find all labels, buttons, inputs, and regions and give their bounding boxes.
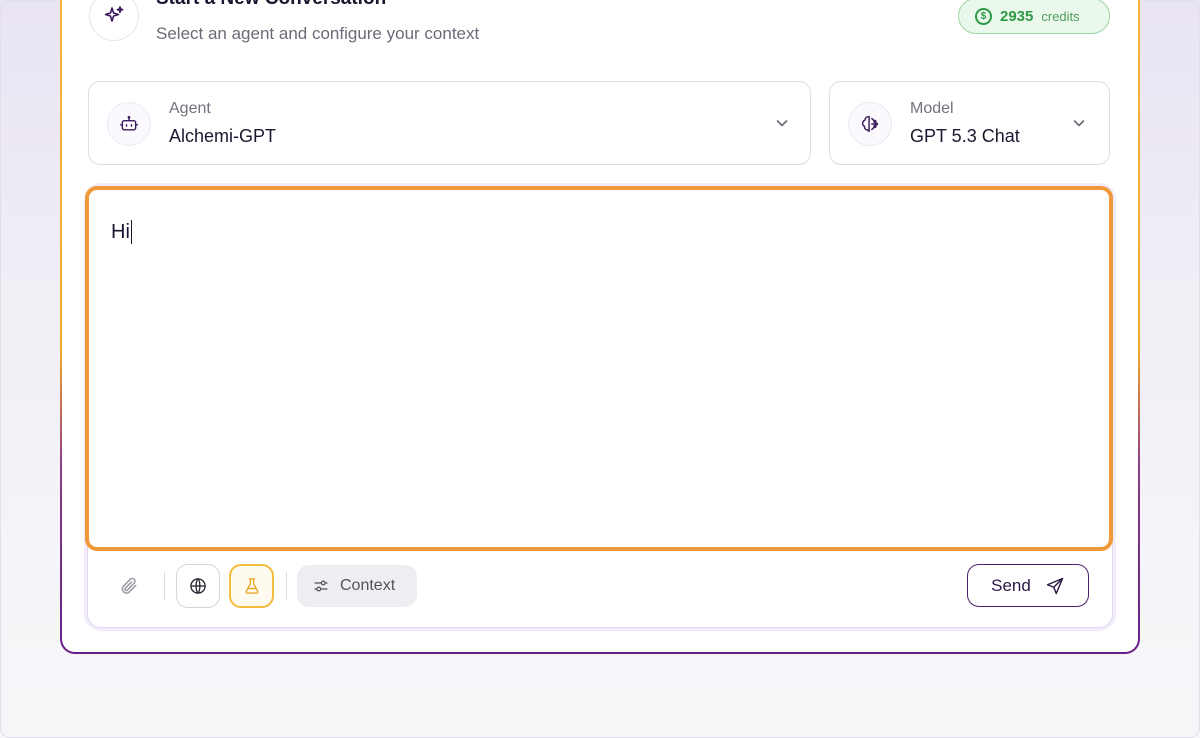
page-title: Start a New Conversation [156, 0, 386, 10]
web-search-toggle[interactable] [176, 564, 220, 608]
credits-badge: $ 2935 credits [958, 0, 1110, 34]
credits-count: 2935 [1000, 7, 1034, 25]
sliders-icon [314, 580, 328, 592]
chevron-down-icon [1073, 120, 1085, 127]
model-select[interactable]: Model GPT 5.3 Chat [829, 81, 1110, 165]
credits-label: credits [1041, 8, 1080, 24]
send-button[interactable]: Send [967, 564, 1089, 607]
context-button[interactable]: Context [297, 565, 417, 607]
message-text: Hi [111, 220, 133, 244]
model-label: Model [910, 100, 954, 117]
toolbar-divider [164, 572, 165, 600]
globe-icon [190, 577, 206, 595]
message-input[interactable]: Hi [85, 186, 1113, 551]
page-subtitle: Select an agent and configure your conte… [156, 24, 480, 43]
flask-icon [244, 578, 259, 594]
context-label: Context [340, 577, 396, 594]
text-caret [130, 220, 133, 244]
send-label: Send [991, 575, 1031, 595]
lab-mode-toggle[interactable] [229, 564, 274, 608]
paperclip-icon [121, 577, 137, 594]
message-text-content: Hi [111, 220, 130, 243]
robot-icon [107, 102, 151, 146]
chevron-down-icon [776, 120, 788, 127]
brain-icon [848, 102, 892, 146]
model-value: GPT 5.3 Chat [910, 126, 1020, 146]
toolbar-divider [286, 572, 287, 600]
agent-value: Alchemi-GPT [169, 126, 277, 146]
dollar-coin-icon: $ [975, 7, 992, 25]
attach-button[interactable] [115, 572, 143, 600]
agent-label: Agent [169, 100, 211, 117]
agent-select[interactable]: Agent Alchemi-GPT [88, 81, 811, 165]
send-icon [1046, 577, 1064, 594]
